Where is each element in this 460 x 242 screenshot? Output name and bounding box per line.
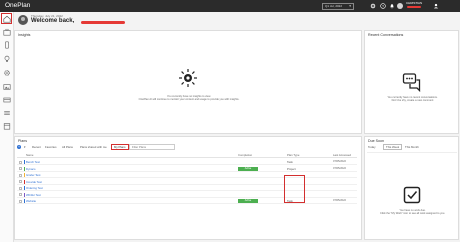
calendar-icon[interactable] (3, 122, 11, 130)
home-icon[interactable] (1, 13, 12, 24)
table-row[interactable]: Inrevide Test (17, 179, 357, 185)
bell-icon[interactable] (389, 3, 395, 9)
image-icon[interactable] (3, 83, 11, 91)
row-checkbox[interactable] (19, 199, 22, 203)
table-row[interactable]: Bench Test Task 07/05/2022 (17, 159, 357, 165)
lightbulb-icon[interactable] (3, 55, 11, 63)
due-empty-message: You have no work due. Click the "My Work… (369, 209, 456, 216)
table-row[interactable]: Ordering Test (17, 185, 357, 191)
plans-panel: Plans + ▾ Recent Favorites All Plans Pla… (14, 136, 362, 240)
row-checkbox[interactable] (19, 173, 22, 177)
row-color-bar (24, 179, 25, 184)
plan-name-link[interactable]: Website (26, 198, 36, 204)
due-tab-this-month[interactable]: This Month (405, 144, 419, 150)
settings-icon[interactable] (370, 3, 376, 9)
card-icon[interactable] (3, 96, 11, 104)
due-tab-this-week[interactable]: This Week (383, 144, 403, 150)
tab-recent[interactable]: Recent (32, 144, 41, 150)
plan-name-link[interactable]: Whitfer Test (26, 192, 41, 198)
app-title[interactable]: OnePlan (5, 1, 30, 11)
user-name[interactable]: CHRISTIAN (406, 1, 422, 5)
welcome-greeting: Welcome back, (31, 18, 75, 24)
due-soon-title: Due Soon (368, 138, 384, 143)
tab-favorites[interactable]: Favorites (45, 144, 57, 150)
account-icon[interactable] (433, 3, 439, 9)
plans-toolbar: + ▾ Recent Favorites All Plans Plans sha… (17, 144, 359, 150)
gear-icon[interactable] (3, 69, 11, 77)
row-color-bar (24, 192, 25, 197)
phone-icon[interactable] (3, 41, 11, 49)
row-color-bar (24, 186, 25, 190)
plan-name-link[interactable]: Dynaco (26, 166, 35, 172)
date-range-select[interactable]: Q1 Jul, 2022 ▾ (322, 2, 354, 10)
last-accessed-cell: 07/05/2022 (333, 160, 346, 163)
plan-type-highlight (284, 175, 305, 203)
status-badge: Active (238, 199, 258, 203)
row-checkbox[interactable] (19, 167, 22, 170)
row-color-bar (24, 160, 25, 164)
row-checkbox[interactable] (19, 193, 22, 196)
recent-empty-message: You currently have no recent conversatio… (369, 96, 456, 103)
chevron-down-icon: ▾ (349, 3, 351, 8)
profile-avatar (18, 15, 28, 25)
redacted-org (407, 6, 421, 8)
table-row[interactable]: Dynaco Active Project 07/05/2022 (17, 166, 357, 172)
list-icon[interactable] (3, 109, 11, 117)
add-plan-dropdown-icon[interactable]: ▾ (24, 144, 25, 150)
plan-name-link[interactable]: Ordering Test (26, 185, 43, 191)
tab-shared-with-me[interactable]: Plans shared with me (80, 144, 107, 150)
column-completion[interactable]: Completion (238, 153, 252, 157)
help-icon[interactable]: ? (380, 2, 386, 9)
due-soon-panel: Due Soon Today This Week This Month You … (364, 136, 459, 240)
plan-name-link[interactable]: Inrevide Test (26, 179, 42, 185)
add-plan-button[interactable]: + (17, 145, 21, 149)
due-soon-toolbar: Today This Week This Month (367, 144, 457, 150)
table-row[interactable]: Website Active Task 07/05/2022 (17, 198, 357, 204)
row-checkbox[interactable] (19, 180, 22, 183)
redacted-user-name (81, 20, 125, 24)
recent-empty-line2: Don't be shy, create a new comment (391, 99, 434, 103)
plan-name-link[interactable]: Griefer Test (26, 172, 40, 178)
recent-conversations-title: Recent Conversations (368, 32, 404, 37)
last-accessed-cell: 07/05/2022 (333, 199, 346, 202)
row-checkbox[interactable] (19, 186, 22, 190)
svg-text:?: ? (382, 4, 384, 8)
tab-my-plans[interactable]: My Plans (111, 144, 129, 150)
filter-plans-input[interactable] (129, 144, 175, 150)
insights-panel: Insights You currently have no insights … (14, 30, 362, 134)
column-last-accessed[interactable]: Last Accessed (333, 153, 351, 157)
table-row[interactable]: Griefer Test (17, 172, 357, 178)
row-color-bar (24, 166, 25, 171)
left-nav-rail (0, 12, 14, 242)
ai-insights-icon (178, 68, 198, 88)
plan-type-cell: Project (287, 166, 296, 171)
date-range-value: Q1 Jul, 2022 (325, 3, 343, 8)
top-bar: OnePlan Q1 Jul, 2022 ▾ ? CHRISTIAN (0, 0, 460, 12)
table-row[interactable]: Whitfer Test (17, 192, 357, 198)
status-badge: Active (238, 166, 258, 171)
row-checkbox[interactable] (19, 160, 22, 164)
plans-table-header: Name Completion Plan Type Last Accessed (17, 153, 357, 158)
plan-name-link[interactable]: Bench Test (26, 159, 40, 165)
plan-type-cell: Task (287, 160, 293, 164)
user-avatar[interactable] (397, 2, 403, 9)
column-name[interactable]: Name (26, 153, 33, 157)
insights-empty-line2: OnePlan AI will continue to monitor your… (138, 98, 240, 102)
checklist-icon (402, 185, 422, 205)
due-soon-divider (367, 152, 457, 153)
due-tab-today[interactable]: Today (368, 144, 375, 150)
recent-conversations-panel: Recent Conversations You currently have … (364, 30, 459, 134)
last-accessed-cell: 07/05/2022 (333, 166, 346, 170)
plans-title: Plans (18, 138, 27, 143)
insights-title: Insights (18, 32, 31, 37)
insights-empty-message: You currently have no insights to view. … (109, 95, 269, 102)
column-plan-type[interactable]: Plan Type (287, 153, 299, 157)
due-empty-line2: Click the "My Work" icon to see all work… (379, 212, 446, 216)
row-color-bar (24, 199, 25, 203)
tab-all-plans[interactable]: All Plans (62, 144, 73, 150)
row-color-bar (24, 173, 25, 177)
briefcase-icon[interactable] (3, 28, 11, 36)
chat-bubbles-icon (402, 72, 422, 92)
